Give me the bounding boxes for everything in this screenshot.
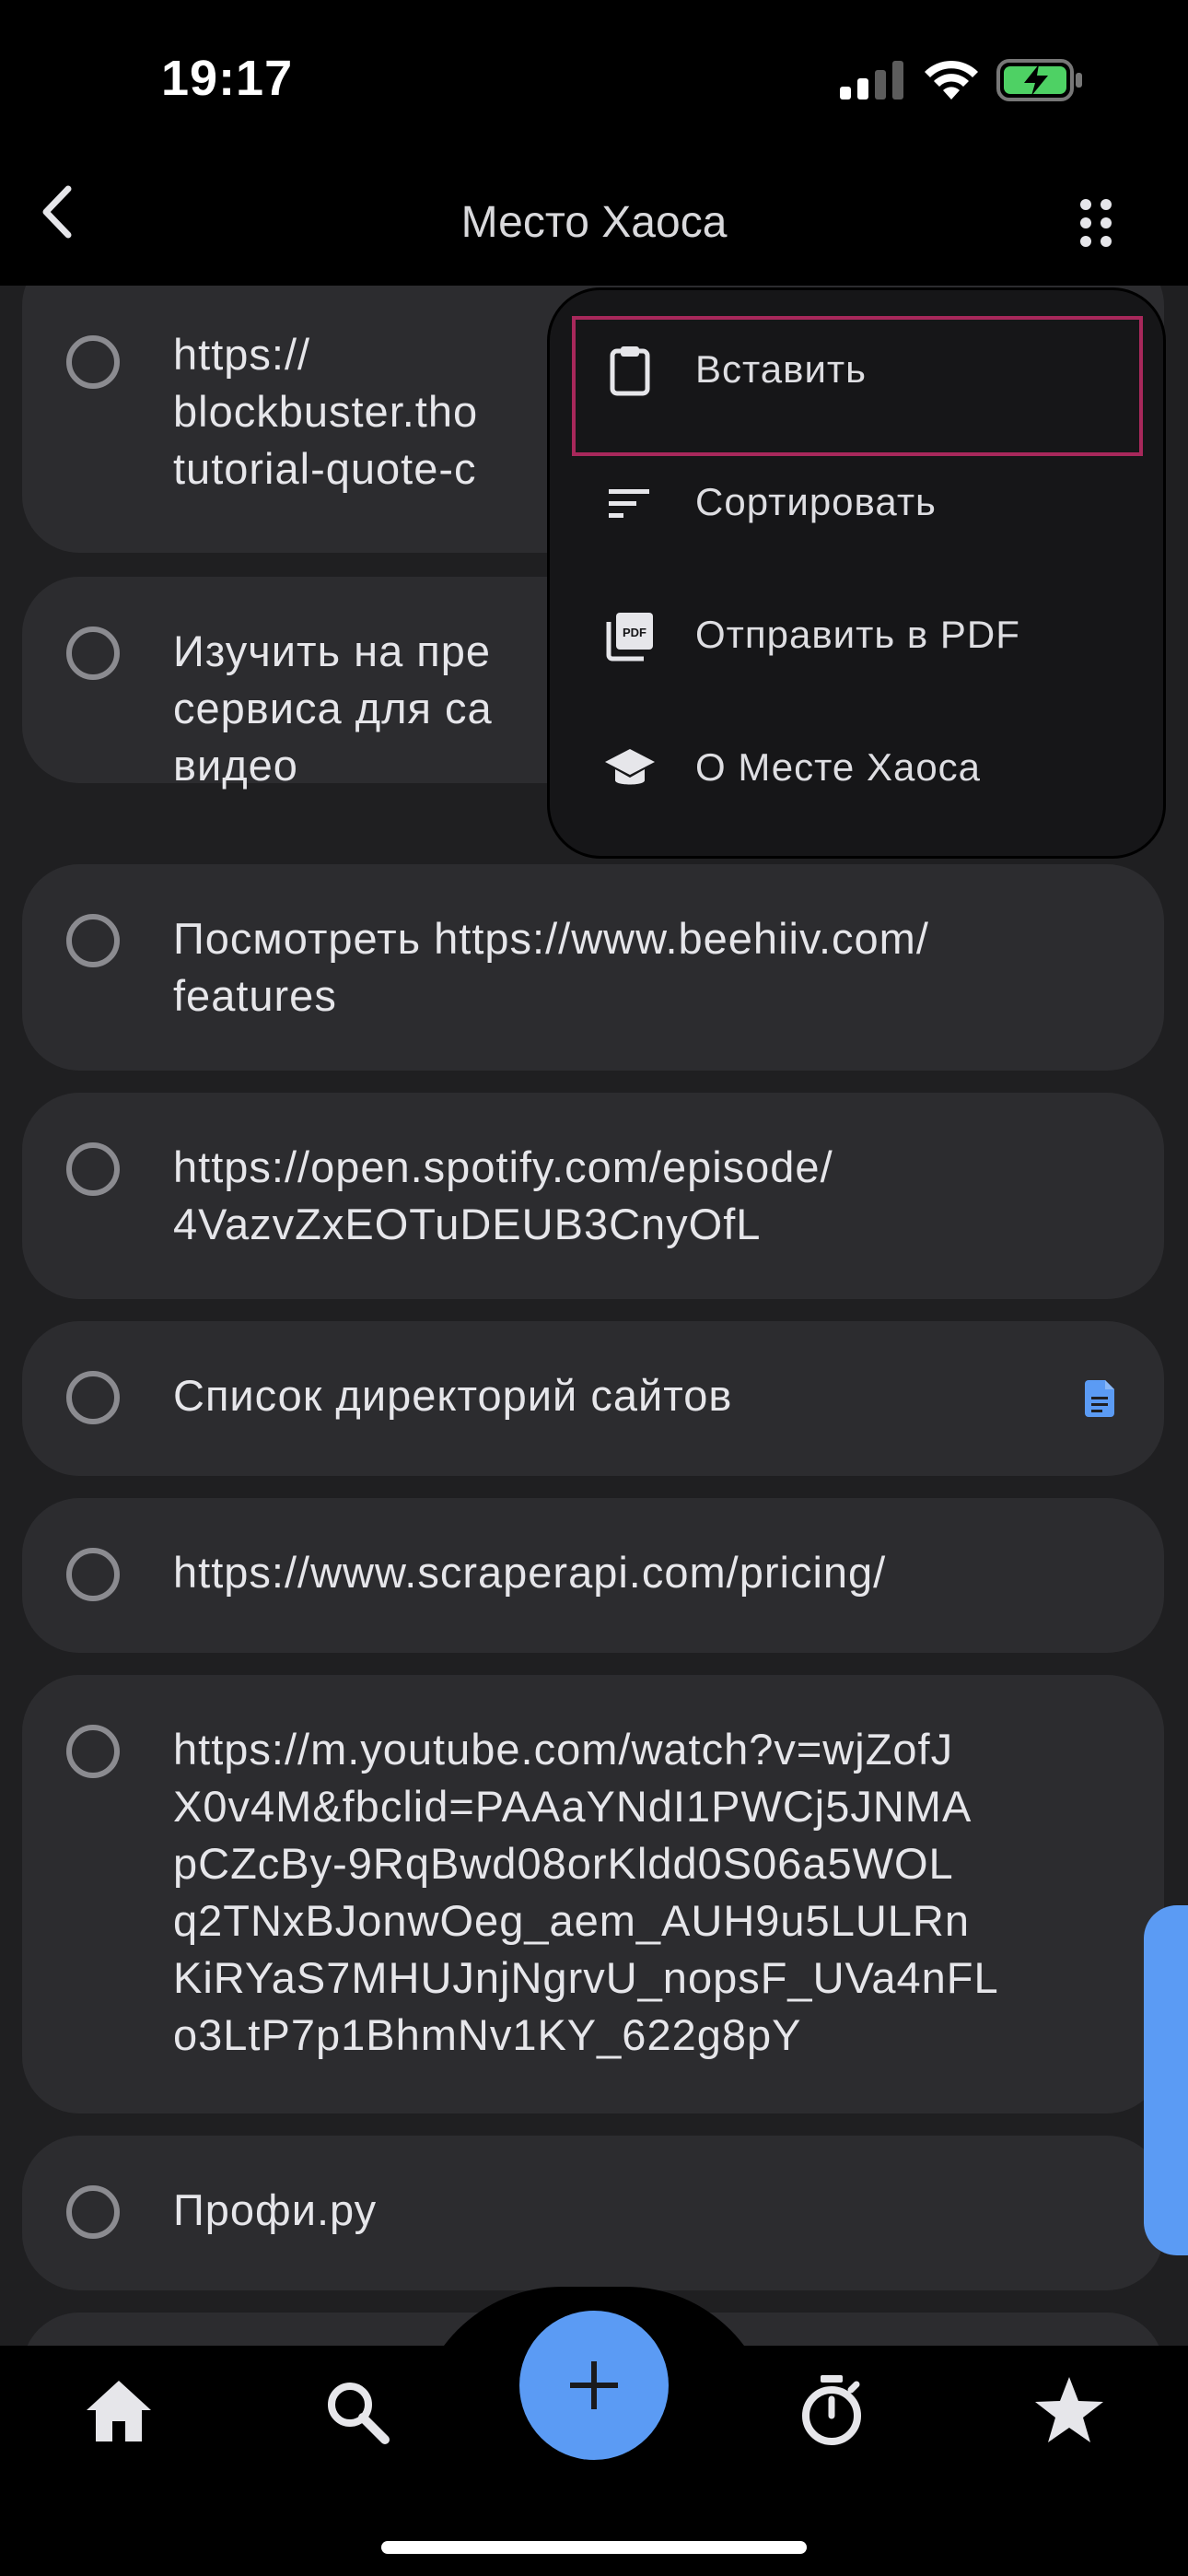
task-text: Профи.ру: [173, 2185, 378, 2234]
home-indicator: [381, 2541, 807, 2554]
task-checkbox[interactable]: [66, 1371, 120, 1424]
menu-item-label: Вставить: [695, 347, 868, 391]
add-task-button[interactable]: [519, 2311, 669, 2460]
task-card[interactable]: Список директорий сайтов: [22, 1321, 1164, 1476]
task-checkbox[interactable]: [66, 2185, 120, 2239]
page-title: Место Хаоса: [460, 198, 728, 247]
task-checkbox[interactable]: [66, 1142, 120, 1196]
task-text: https://www.scraperapi.com/pricing/: [173, 1548, 887, 1597]
svg-text:PDF: PDF: [623, 626, 646, 639]
task-text: https://m.youtube.com/watch?v=wjZofJ X0v…: [173, 1725, 999, 2059]
menu-item-label: Отправить в PDF: [695, 613, 1020, 656]
task-checkbox[interactable]: [66, 914, 120, 967]
menu-item-label: О Месте Хаоса: [695, 745, 982, 789]
task-checkbox[interactable]: [66, 335, 120, 389]
menu-item-label: Сортировать: [695, 480, 937, 523]
wifi-icon: [925, 60, 978, 100]
task-checkbox[interactable]: [66, 1548, 120, 1601]
menu-item-export-pdf[interactable]: PDF Отправить в PDF: [550, 570, 1163, 703]
graduation-cap-icon: [605, 749, 655, 785]
battery-charging-icon: [996, 59, 1082, 101]
task-text: Список директорий сайтов: [173, 1371, 733, 1420]
task-card[interactable]: Профи.ру: [22, 2136, 1164, 2290]
clipboard-icon: [610, 346, 650, 396]
more-grid-icon[interactable]: [1068, 195, 1124, 251]
task-text: https://open.spotify.com/episode/ 4VazvZ…: [173, 1142, 833, 1248]
menu-item-sort[interactable]: Сортировать: [550, 438, 1163, 570]
overflow-menu: Вставить Сортировать PDF Отправить в PDF…: [547, 287, 1166, 859]
side-drawer-handle[interactable]: [1144, 1905, 1188, 2255]
sort-icon: [609, 489, 649, 518]
menu-item-about[interactable]: О Месте Хаоса: [550, 703, 1163, 836]
task-checkbox[interactable]: [66, 1725, 120, 1778]
app-bar: Место Хаоса: [0, 138, 1188, 286]
star-icon[interactable]: [1028, 2370, 1111, 2453]
home-icon[interactable]: [77, 2370, 160, 2453]
menu-item-paste[interactable]: Вставить: [550, 305, 1163, 456]
task-card[interactable]: https://www.scraperapi.com/pricing/: [22, 1498, 1164, 1653]
status-time: 19:17: [161, 51, 294, 106]
task-card[interactable]: https://m.youtube.com/watch?v=wjZofJ X0v…: [22, 1675, 1164, 2113]
task-card[interactable]: Посмотреть https://www.beehiiv.com/ feat…: [22, 864, 1164, 1071]
search-icon[interactable]: [315, 2370, 398, 2453]
note-attachment-icon: [1085, 1380, 1114, 1417]
status-bar: 19:17: [0, 0, 1188, 138]
timer-icon[interactable]: [790, 2370, 873, 2453]
add-icon: [570, 2361, 618, 2409]
task-card[interactable]: https://open.spotify.com/episode/ 4VazvZ…: [22, 1093, 1164, 1299]
task-text: Посмотреть https://www.beehiiv.com/ feat…: [173, 914, 929, 1020]
signal-icon: [840, 61, 903, 100]
task-checkbox[interactable]: [66, 626, 120, 680]
pdf-icon: PDF: [606, 613, 653, 662]
